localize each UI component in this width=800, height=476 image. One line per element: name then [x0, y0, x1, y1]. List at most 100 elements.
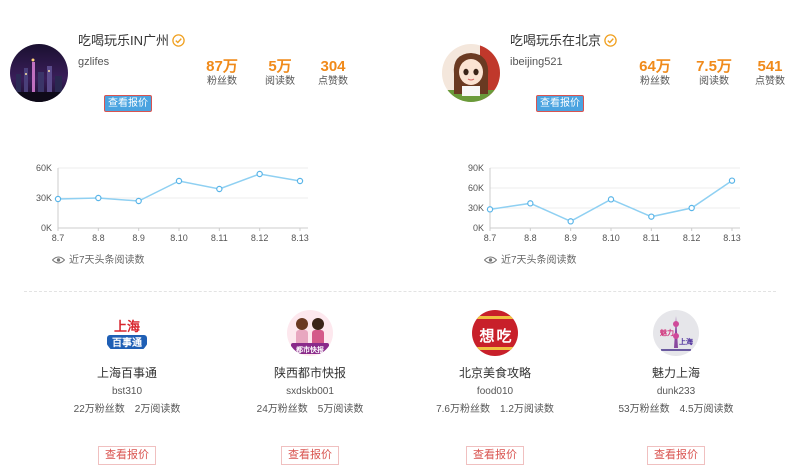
- x-tick-label: 8.12: [251, 233, 269, 243]
- account-reads: 5万阅读数: [317, 404, 364, 415]
- data-point: [607, 196, 615, 203]
- account-card: 魅力 上海 魅力上海 dunk233 53万粉丝数 4.5万阅读数 查看报价: [601, 310, 751, 465]
- logo-text: 上海: [114, 319, 140, 335]
- stat-value: 7.5万: [696, 58, 732, 75]
- profile-card-beijing: 吃喝玩乐在北京 ibeijing521 64万 粉丝数 7.5万 阅读数 541…: [432, 0, 800, 280]
- view-quote-button[interactable]: 查看报价: [104, 95, 152, 112]
- eye-icon: [52, 256, 65, 264]
- stat-value: 541: [757, 58, 783, 75]
- view-quote-button[interactable]: 查看报价: [281, 446, 339, 465]
- y-tick-label: 30K: [36, 193, 52, 203]
- logo-text: 吃: [496, 327, 511, 345]
- logo-text: 想: [478, 327, 494, 345]
- account-name[interactable]: 上海百事通: [52, 366, 202, 380]
- view-quote-button[interactable]: 查看报价: [98, 446, 156, 465]
- stat-fans: 87万 粉丝数: [192, 58, 252, 88]
- stat-reads: 7.5万 阅读数: [684, 58, 744, 88]
- profile-handle: gzlifes: [78, 56, 110, 68]
- data-point: [648, 213, 655, 220]
- stat-value: 87万: [206, 58, 238, 75]
- account-logo[interactable]: 上海 百事通: [104, 310, 150, 356]
- account-fans: 22万粉丝数: [73, 404, 125, 415]
- x-tick-label: 8.7: [52, 233, 65, 243]
- account-reads: 2万阅读数: [134, 404, 181, 415]
- account-fans: 7.6万粉丝数: [436, 404, 490, 415]
- data-point: [54, 195, 62, 203]
- verified-badge-icon: [172, 34, 185, 47]
- profile-name[interactable]: 吃喝玩乐在北京: [510, 30, 617, 49]
- view-quote-button[interactable]: 查看报价: [466, 446, 524, 465]
- data-point: [728, 177, 736, 184]
- x-tick-label: 8.7: [484, 233, 497, 243]
- stat-label: 粉丝数: [207, 76, 237, 87]
- data-point: [567, 218, 574, 225]
- data-point: [216, 185, 223, 193]
- chart-footer-text: 近7天头条阅读数: [501, 255, 577, 266]
- account-card: 想 吃 北京美食攻略 food010 7.6万粉丝数 1.2万阅读数 查看报价: [420, 310, 570, 465]
- data-point: [175, 177, 183, 185]
- account-stats: 53万粉丝数 4.5万阅读数: [601, 404, 751, 416]
- account-name[interactable]: 魅力上海: [601, 366, 751, 380]
- y-tick-label: 0K: [41, 223, 52, 233]
- y-tick-label: 60K: [468, 183, 484, 193]
- stat-label: 点赞数: [318, 76, 348, 87]
- verified-badge-icon: [604, 34, 617, 47]
- section-divider: [24, 291, 776, 292]
- x-tick-label: 8.11: [643, 233, 660, 243]
- y-tick-label: 30K: [468, 203, 484, 213]
- x-tick-label: 8.8: [524, 233, 537, 243]
- stat-label: 阅读数: [699, 76, 729, 87]
- x-tick-label: 8.9: [564, 233, 577, 243]
- data-point: [95, 194, 102, 202]
- data-point: [256, 170, 263, 178]
- chart-footer: 近7天头条阅读数: [52, 251, 145, 266]
- x-tick-label: 8.10: [602, 233, 620, 243]
- account-fans: 53万粉丝数: [618, 404, 670, 415]
- stat-label: 阅读数: [265, 76, 295, 87]
- account-handle: food010: [476, 386, 514, 397]
- account-name[interactable]: 北京美食攻略: [420, 366, 570, 380]
- account-card: 都市快报 陕西都市快报 sxdskb001 24万粉丝数 5万阅读数 查看报价: [235, 310, 385, 465]
- logo-text: 魅力: [660, 328, 674, 337]
- y-tick-label: 60K: [36, 163, 52, 173]
- account-name[interactable]: 陕西都市快报: [235, 366, 385, 380]
- stat-value: 304: [320, 58, 346, 75]
- avatar[interactable]: [10, 44, 68, 102]
- profile-name-text[interactable]: 吃喝玩乐IN广州: [78, 33, 169, 48]
- stat-value: 64万: [639, 58, 671, 75]
- profile-name-text[interactable]: 吃喝玩乐在北京: [510, 33, 601, 48]
- stat-value: 5万: [268, 58, 292, 75]
- x-tick-label: 8.8: [92, 233, 105, 243]
- avatar[interactable]: [442, 44, 500, 102]
- chart-footer-text: 近7天头条阅读数: [69, 255, 145, 266]
- view-quote-button[interactable]: 查看报价: [647, 446, 705, 465]
- stat-label: 点赞数: [755, 76, 785, 87]
- account-stats: 24万粉丝数 5万阅读数: [235, 404, 385, 416]
- y-tick-label: 90K: [468, 163, 484, 173]
- data-point: [135, 197, 142, 205]
- y-tick-label: 0K: [473, 223, 484, 233]
- logo-text: 上海: [679, 337, 693, 346]
- account-logo[interactable]: 魅力 上海: [653, 310, 699, 356]
- account-logo[interactable]: 都市快报: [287, 310, 333, 356]
- profile-card-guangzhou: 吃喝玩乐IN广州 gzlifes 87万 粉丝数 5万 阅读数 304 点赞数 …: [0, 0, 400, 280]
- stat-fans: 64万 粉丝数: [625, 58, 685, 88]
- stat-label: 粉丝数: [640, 76, 670, 87]
- account-reads: 1.2万阅读数: [500, 404, 554, 415]
- account-reads: 4.5万阅读数: [679, 404, 734, 415]
- view-quote-button[interactable]: 查看报价: [536, 95, 584, 112]
- stat-likes: 304 点赞数: [303, 58, 363, 88]
- data-point: [486, 206, 494, 213]
- data-point: [527, 200, 534, 207]
- eye-icon: [484, 256, 497, 264]
- logo-text: 都市快报: [295, 345, 325, 354]
- account-fans: 24万粉丝数: [256, 404, 308, 415]
- profile-handle: ibeijing521: [510, 56, 563, 68]
- profile-name[interactable]: 吃喝玩乐IN广州: [78, 30, 185, 49]
- account-logo[interactable]: 想 吃: [472, 310, 518, 356]
- read-trend-chart: 0K 30K 60K 90K 8.7 8.8 8.9 8.10 8.11 8.12 8.13: [468, 163, 741, 243]
- stat-reads: 5万 阅读数: [250, 58, 310, 88]
- account-handle: sxdskb001: [286, 386, 334, 397]
- account-card: 上海 百事通 上海百事通 bst310 22万粉丝数 2万阅读数 查看报价: [52, 310, 202, 465]
- account-stats: 22万粉丝数 2万阅读数: [52, 404, 202, 416]
